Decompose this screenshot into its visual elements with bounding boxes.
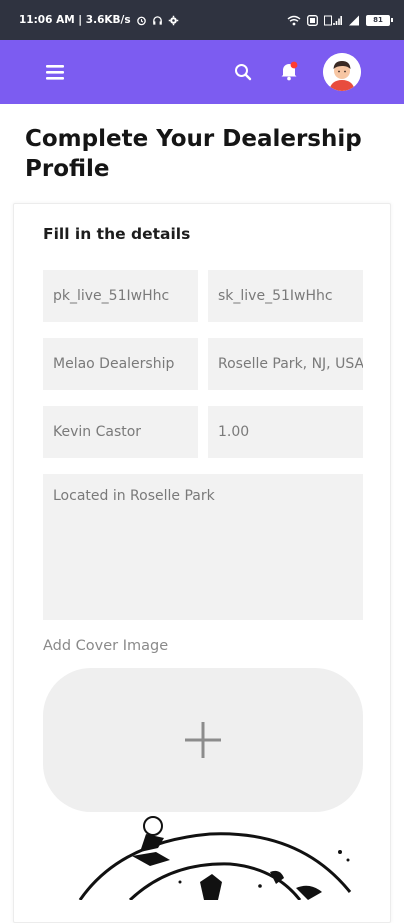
- bell-icon[interactable]: [279, 60, 299, 82]
- cover-image-upload-button[interactable]: [43, 668, 363, 812]
- signal-icon: [348, 15, 360, 26]
- notification-dot: [290, 61, 298, 69]
- volte-signal-icon: [324, 15, 342, 26]
- app-bar: [0, 40, 404, 104]
- decorative-illustration: [60, 812, 360, 900]
- rating-field[interactable]: 1.00: [208, 406, 363, 458]
- hamburger-menu-icon[interactable]: [44, 62, 68, 82]
- page-title: Complete Your Dealership Profile: [25, 126, 362, 182]
- contact-name-field[interactable]: Kevin Castor: [43, 406, 198, 458]
- dealership-name-field[interactable]: Melao Dealership: [43, 338, 198, 390]
- status-left: 11:06 AM | 3.6KB/s: [19, 14, 179, 26]
- status-time-speed: 11:06 AM | 3.6KB/s: [19, 14, 131, 26]
- description-textarea[interactable]: Located in Roselle Park: [43, 474, 363, 620]
- alarm-icon: [136, 15, 147, 26]
- cover-image-label: Add Cover Image: [43, 638, 169, 654]
- data-saver-icon: [307, 14, 318, 26]
- headphones-icon: [152, 15, 163, 26]
- battery-icon: 81: [366, 14, 393, 26]
- settings-gear-icon: [168, 15, 179, 26]
- status-right: 81: [287, 14, 393, 26]
- secret-key-field[interactable]: sk_live_51IwHhc: [208, 270, 363, 322]
- wifi-icon: [287, 15, 301, 26]
- section-title: Fill in the details: [43, 225, 191, 243]
- status-bar: 11:06 AM | 3.6KB/s 81: [0, 0, 404, 40]
- avatar[interactable]: [323, 53, 361, 91]
- address-field[interactable]: Roselle Park, NJ, USA: [208, 338, 363, 390]
- plus-icon: [185, 722, 221, 758]
- search-icon[interactable]: [233, 62, 253, 82]
- publishable-key-field[interactable]: pk_live_51IwHhc: [43, 270, 198, 322]
